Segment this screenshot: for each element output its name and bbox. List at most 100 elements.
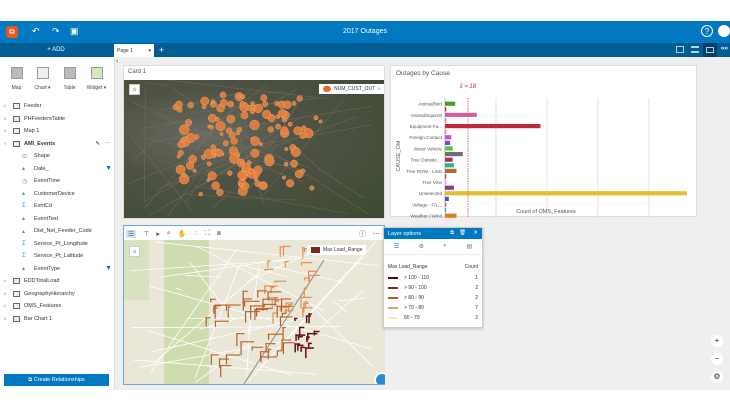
outage-point[interactable]	[230, 137, 238, 145]
bar[interactable]	[445, 196, 449, 201]
outage-point[interactable]	[300, 168, 306, 174]
outage-point[interactable]	[278, 109, 287, 118]
chevron-right-icon[interactable]: ▹	[4, 316, 9, 322]
outage-point[interactable]	[207, 171, 217, 181]
outage-point[interactable]	[299, 131, 307, 139]
bar[interactable]	[445, 146, 453, 151]
outage-point[interactable]	[200, 154, 207, 160]
outage-point[interactable]	[248, 168, 255, 175]
pan-icon[interactable]: ✋	[178, 230, 187, 238]
outage-point[interactable]	[296, 95, 303, 102]
outage-point[interactable]	[177, 141, 185, 149]
widget-tool[interactable]: Widget ▾	[84, 67, 109, 91]
outage-point[interactable]	[250, 148, 260, 158]
dataset-item[interactable]: ▿ AMI_Events ✎ ⋯	[4, 138, 112, 150]
outage-point[interactable]	[179, 124, 190, 135]
outage-point[interactable]	[262, 100, 269, 107]
dataset-item[interactable]: ▹ Map 1	[4, 125, 112, 137]
delete-icon[interactable]: 🗑	[459, 230, 466, 236]
add-button[interactable]: + ADD	[0, 43, 112, 57]
outage-point[interactable]	[219, 91, 227, 99]
more-icon[interactable]: ⋯	[373, 230, 380, 238]
outage-point[interactable]	[249, 109, 255, 115]
legend-toggle-icon[interactable]: ☰	[126, 229, 137, 238]
chevron-right-icon[interactable]: ▹	[4, 291, 9, 297]
map-tool[interactable]: Map	[4, 67, 29, 91]
legend-row[interactable]: > 80 - 90 2	[384, 293, 482, 303]
bar[interactable]	[445, 208, 447, 213]
outage-point[interactable]	[258, 181, 268, 190]
legend-row[interactable]: > 90 - 100 2	[384, 283, 482, 293]
tab-page-1[interactable]: Page 1 ▾	[114, 44, 154, 57]
chevron-right-icon[interactable]: ▹	[4, 303, 9, 309]
tab-style[interactable]: ⚙	[419, 243, 424, 250]
outage-point[interactable]	[211, 153, 216, 159]
tab-legend[interactable]: ☰	[394, 243, 399, 250]
info-icon[interactable]: ⓘ	[359, 229, 366, 239]
help-icon[interactable]: ?	[701, 25, 713, 37]
field-item[interactable]: ▴ Date_ ▼	[22, 163, 112, 175]
bar[interactable]	[445, 180, 447, 185]
bar[interactable]	[445, 185, 454, 190]
outage-point[interactable]	[253, 177, 258, 182]
bar[interactable]	[445, 191, 687, 196]
outage-point[interactable]	[187, 102, 194, 109]
outage-point[interactable]	[201, 104, 207, 110]
outage-point[interactable]	[291, 101, 297, 106]
outage-point[interactable]	[235, 130, 241, 136]
table-tool[interactable]: Table	[57, 67, 82, 91]
outage-point[interactable]	[181, 172, 187, 178]
outage-point[interactable]	[188, 154, 197, 164]
sync-icon[interactable]: ⧈	[217, 230, 221, 238]
bar[interactable]	[445, 101, 456, 106]
chevron-right-icon[interactable]: ▹	[4, 128, 9, 134]
tab-popup[interactable]: ▤	[467, 243, 473, 250]
legend-row[interactable]: 60 - 70 2	[384, 313, 482, 323]
outage-point[interactable]	[313, 115, 319, 121]
outage-point[interactable]	[175, 100, 183, 109]
outage-point[interactable]	[227, 170, 233, 176]
outage-point[interactable]	[253, 171, 260, 178]
bar[interactable]	[445, 152, 463, 157]
bar[interactable]	[445, 118, 447, 123]
dataset-item[interactable]: ▹ EDDTotalLoad	[4, 275, 112, 287]
edit-icon[interactable]: ✎	[95, 141, 100, 147]
outage-point[interactable]	[290, 159, 298, 168]
bar[interactable]	[445, 163, 454, 168]
dataset-item[interactable]: ▹ GeographyHierarchy	[4, 288, 112, 300]
outage-point[interactable]	[242, 182, 250, 190]
outage-point[interactable]	[239, 101, 246, 107]
filter-icon[interactable]: ▼	[105, 265, 112, 272]
bar-chart-card[interactable]: Outages by Cause04080120160Animal/BirdAn…	[390, 65, 697, 231]
resize-handle[interactable]	[374, 372, 385, 384]
outage-point[interactable]	[239, 160, 245, 165]
outage-point[interactable]	[250, 101, 255, 106]
outage-point[interactable]	[206, 161, 212, 167]
street-map[interactable]: ⌂ Max Load_Range	[124, 240, 385, 384]
outage-point[interactable]	[258, 142, 263, 147]
bar[interactable]	[445, 174, 447, 179]
dataset-item[interactable]: ▹ Bar Chart 1	[4, 313, 112, 325]
outage-point[interactable]	[287, 121, 293, 127]
outage-point[interactable]	[177, 150, 184, 156]
outage-point[interactable]	[283, 161, 289, 167]
view-toggle-button[interactable]	[703, 43, 717, 57]
legend-pill[interactable]: Max Load_Range	[307, 245, 367, 255]
outage-point[interactable]	[237, 94, 242, 99]
outage-point[interactable]	[282, 175, 287, 180]
outage-point[interactable]	[225, 127, 233, 134]
outage-point[interactable]	[282, 100, 292, 110]
grid-icon[interactable]	[691, 46, 699, 53]
chart-tool[interactable]: Chart ▾	[30, 67, 55, 91]
close-icon[interactable]: ✕	[473, 230, 478, 236]
bar[interactable]	[445, 168, 457, 173]
outage-point[interactable]	[210, 144, 216, 150]
outage-point[interactable]	[237, 170, 247, 180]
bar[interactable]	[445, 202, 447, 207]
bar[interactable]	[445, 213, 457, 218]
bar[interactable]	[445, 140, 451, 145]
field-item[interactable]: Σ EvntCd	[22, 200, 112, 212]
outage-point[interactable]	[215, 121, 226, 132]
filter-icon[interactable]: ⊤	[143, 230, 149, 238]
outage-point[interactable]	[227, 100, 234, 108]
